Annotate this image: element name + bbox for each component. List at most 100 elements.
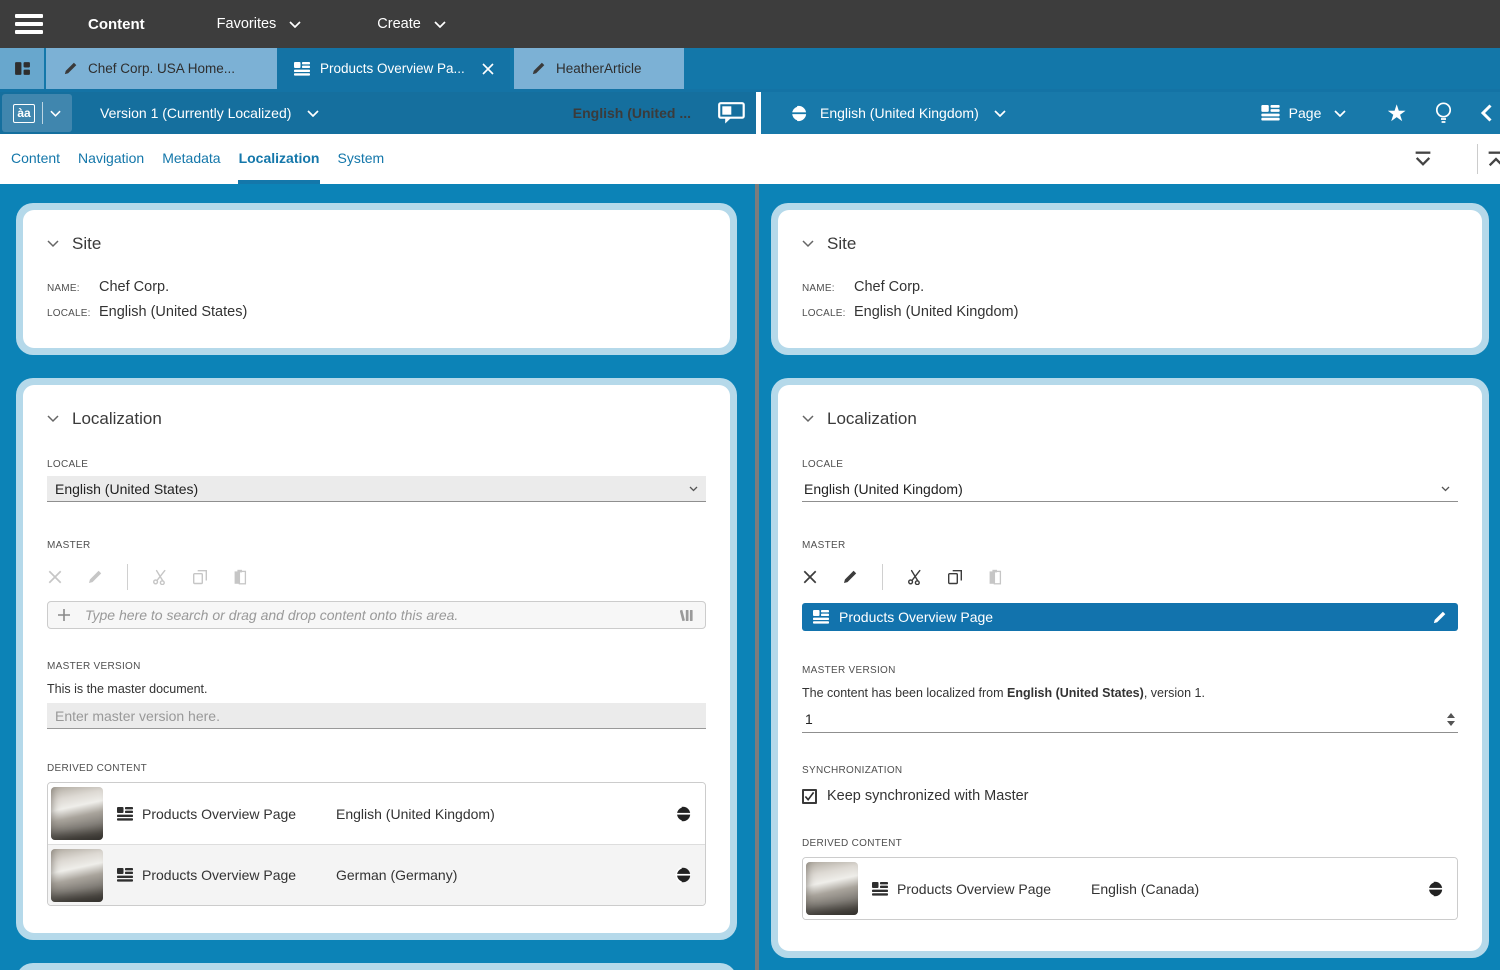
derived-locale: English (Canada) [1091,881,1199,897]
right-panel-toolbar: English (United Kingdom) Page ★ [761,92,1500,134]
master-toolbar [802,561,1458,593]
remove-master-icon[interactable] [47,569,63,585]
plus-icon [57,608,71,622]
dashboard-tab[interactable] [0,48,44,89]
hamburger-menu-icon[interactable] [15,14,43,34]
localization-section-header[interactable]: Localization [802,385,1458,429]
master-version-label: MASTER VERSION [802,665,1458,676]
chevron-down-icon [802,415,814,423]
chevron-down-icon [307,110,319,117]
copy-icon[interactable] [947,569,963,585]
dashboard-icon [14,60,31,77]
derived-content-row[interactable]: Products Overview Page English (Canada) [803,858,1457,919]
chevron-down-icon [1334,110,1346,117]
master-toolbar [47,561,706,593]
translation-globe-icon [675,867,691,883]
lightbulb-icon[interactable] [1434,101,1453,125]
content-area: Site NAME: Chef Corp. LOCALE: English (U… [0,184,1500,970]
derived-content-list: Products Overview Page English (United K… [47,782,706,906]
locale-label: LOCALE: [802,308,854,319]
chevron-down-icon [289,21,301,28]
expand-all-sections-icon[interactable] [1486,134,1500,184]
name-label: NAME: [47,283,99,294]
pencil-icon [531,61,546,76]
form-tab-strip: Content Navigation Metadata Localization… [0,134,1500,184]
page-icon [117,868,133,882]
keep-synchronized-checkbox[interactable] [802,789,817,804]
section-title: Site [827,234,856,254]
derived-content-row[interactable]: Products Overview Page English (United K… [48,783,705,844]
copy-icon[interactable] [192,569,208,585]
tab-content[interactable]: Content [10,134,61,184]
derived-content-label: DERIVED CONTENT [802,838,1458,849]
page-icon [117,807,133,821]
tab-metadata[interactable]: Metadata [161,134,221,184]
edit-master-icon[interactable] [87,569,103,585]
master-content-item[interactable]: Products Overview Page [802,603,1458,631]
chevron-down-icon [802,240,814,248]
master-search-dropzone [47,601,706,629]
translation-globe-icon [1427,881,1443,897]
site-section-header[interactable]: Site [802,210,1458,254]
chevron-left-icon[interactable] [1481,104,1492,122]
translate-icon: àa [13,104,34,123]
locale-select[interactable]: English (United States) [47,476,706,502]
cut-icon[interactable] [907,569,923,585]
keep-synchronized-text: Keep synchronized with Master [827,788,1029,804]
menu-favorites[interactable]: Favorites [217,16,302,32]
document-type-dropdown[interactable]: Page [1261,105,1347,121]
doc-tab-label: Products Overview Pa... [320,61,465,76]
locale-select[interactable]: English (United Kingdom) [802,476,1458,502]
doc-tab-products-overview[interactable]: Products Overview Pa... [277,48,510,89]
master-version-input[interactable] [47,703,706,729]
left-document-panel: Site NAME: Chef Corp. LOCALE: English (U… [0,184,755,970]
doc-tab-label: Chef Corp. USA Home... [88,61,235,76]
derived-title: Products Overview Page [897,881,1075,897]
page-thumbnail [806,862,858,915]
version-label: Version 1 (Currently Localized) [100,105,291,121]
tab-navigation[interactable]: Navigation [77,134,145,184]
master-version-value: 1 [805,711,813,727]
doc-tab-label: HeatherArticle [556,61,642,76]
chevron-down-icon[interactable] [994,110,1006,117]
side-by-side-compare-icon[interactable] [718,102,745,124]
cut-icon[interactable] [152,569,168,585]
remove-master-icon[interactable] [802,569,818,585]
site-name-value: Chef Corp. [99,279,169,295]
library-icon[interactable] [680,608,695,623]
localized-from-note: The content has been localized from Engl… [802,686,1458,700]
page-icon [872,882,888,896]
derived-content-row[interactable]: Products Overview Page German (Germany) [48,844,705,905]
menu-create[interactable]: Create [377,16,446,32]
edit-master-icon[interactable] [842,569,858,585]
spinner-arrows-icon[interactable] [1447,713,1455,726]
translation-globe-icon [675,806,691,822]
doc-tab-chef-home[interactable]: Chef Corp. USA Home... [46,48,277,89]
menu-content[interactable]: Content [88,16,145,33]
site-section-header[interactable]: Site [47,210,706,254]
tab-localization[interactable]: Localization [238,134,321,184]
document-type-label: Page [1289,105,1322,121]
menu-create-label: Create [377,16,421,32]
translation-status-button[interactable]: àa [2,94,72,132]
pencil-icon [63,61,78,76]
collapse-all-sections-icon[interactable] [1413,134,1433,184]
master-search-input[interactable] [83,606,668,624]
paste-icon[interactable] [232,569,248,585]
chevron-down-icon [50,110,61,117]
doc-tab-heather-article[interactable]: HeatherArticle [514,48,684,89]
locale-select-value: English (United States) [55,481,198,497]
paste-icon[interactable] [987,569,1003,585]
derived-content-list: Products Overview Page English (Canada) [802,857,1458,920]
localization-section-header[interactable]: Localization [47,385,706,429]
locale-field-label: LOCALE [802,459,1458,470]
favorite-star-icon[interactable]: ★ [1386,102,1407,125]
version-dropdown[interactable]: Version 1 (Currently Localized) [100,105,319,121]
master-version-spinner[interactable]: 1 [802,706,1458,733]
close-icon[interactable] [479,60,497,78]
pencil-icon[interactable] [1432,610,1447,625]
page-icon [294,62,310,76]
locale-status-label: English (United ... [573,105,691,121]
tab-system[interactable]: System [336,134,385,184]
master-item-title: Products Overview Page [839,609,993,625]
